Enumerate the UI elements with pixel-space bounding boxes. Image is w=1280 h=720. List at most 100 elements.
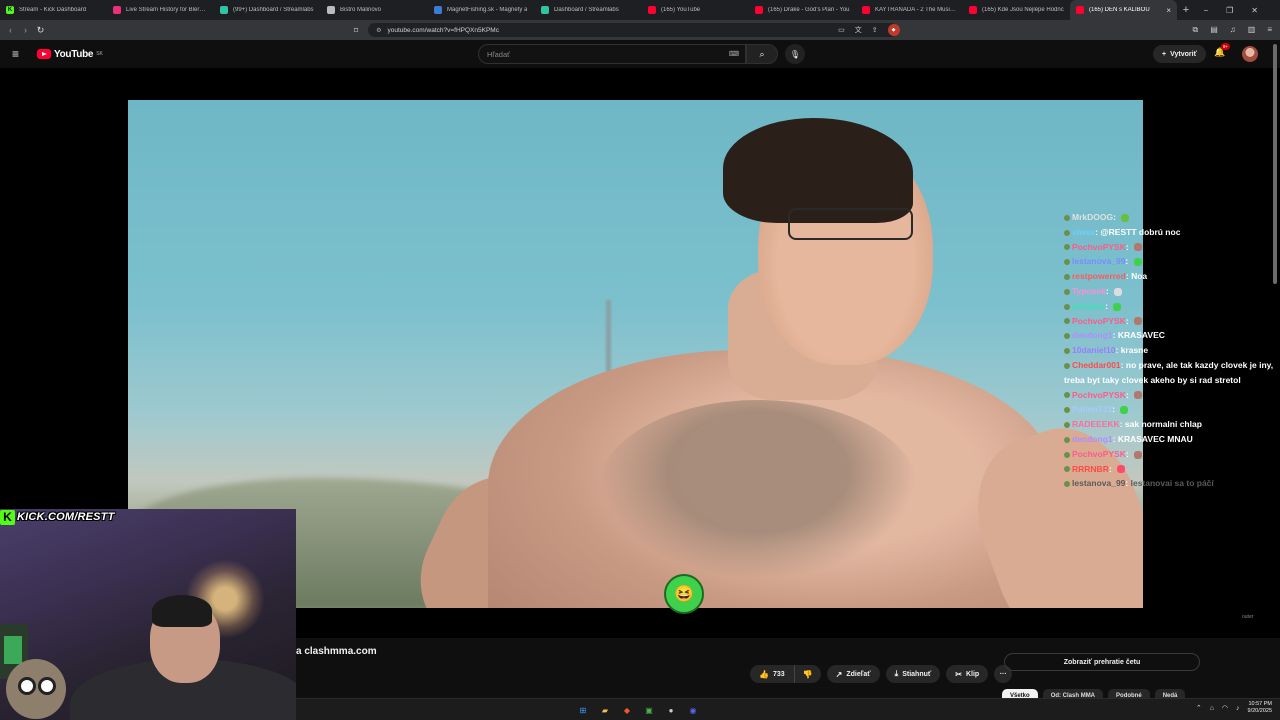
chat-text: @RESTT dobrú noc: [1100, 226, 1181, 237]
site-info-icon[interactable]: ⚙: [376, 27, 381, 34]
page-scrollbar[interactable]: [1273, 44, 1278, 284]
create-button[interactable]: + Vytvoriť: [1153, 45, 1206, 63]
chat-separator: :: [1125, 448, 1132, 459]
chat-emote-icon: [1134, 243, 1143, 252]
tab-label: (165) Kde Jsou Nejlépe Hodnc: [982, 7, 1064, 13]
media-icon[interactable]: ♫: [1230, 25, 1236, 35]
chat-message: MrkDOOG:: [1064, 210, 1274, 225]
voice-search-button[interactable]: 🎙: [785, 44, 805, 64]
clock[interactable]: 10:57 PM 9/20/2025: [1248, 701, 1272, 715]
like-button[interactable]: 👍 733: [750, 665, 795, 683]
account-avatar[interactable]: [1242, 46, 1258, 62]
chat-username: PochvoPYSK: [1072, 241, 1126, 252]
chat-separator: :: [1125, 389, 1132, 400]
minimize-button[interactable]: −: [1203, 6, 1208, 15]
tab-close-icon[interactable]: ×: [1166, 6, 1171, 15]
browser-tab[interactable]: (165) Kde Jsou Nejlépe Hodnc: [963, 0, 1070, 20]
chat-badge-icon: [1064, 214, 1070, 221]
chat-message: Typosek:: [1064, 284, 1274, 299]
microphone-icon: 🎙: [789, 49, 801, 59]
video-person-glasses: [788, 208, 913, 240]
youtube-logo[interactable]: YouTube SK: [37, 49, 103, 60]
close-window-button[interactable]: ✕: [1251, 6, 1258, 15]
window-controls: − ❐ ✕: [1203, 6, 1280, 15]
search-button[interactable]: ⌕: [746, 44, 778, 64]
chat-badge-icon: [1064, 347, 1070, 354]
windows-start-icon[interactable]: ⊞: [575, 702, 591, 718]
browser-tab[interactable]: K Stream - Kick Dashboard: [0, 0, 107, 20]
chat-separator: :: [1105, 300, 1111, 311]
clock-time: 10:57 PM: [1248, 701, 1272, 707]
translate-icon[interactable]: 文: [855, 25, 862, 35]
browser-tab[interactable]: (99+) Dashboard / Streamlabs: [214, 0, 321, 20]
browser-tab[interactable]: KAYTRANADA - 2 The Music D: [856, 0, 963, 20]
sidebar-icon[interactable]: ▥: [1248, 25, 1256, 35]
browser-tab[interactable]: Dashboard / Streamlabs: [535, 0, 642, 20]
youtube-header: ≡ YouTube SK Hľadať ⌨ ⌕ 🎙 + Vytvoriť 🔔 9…: [0, 40, 1280, 68]
terminal-icon[interactable]: ▣: [641, 702, 657, 718]
back-icon[interactable]: ‹: [3, 25, 18, 36]
chat-badge-icon: [1064, 273, 1070, 280]
discord-icon[interactable]: ◉: [685, 702, 701, 718]
webcam-overlay: [0, 509, 296, 720]
search-input[interactable]: Hľadať ⌨: [478, 44, 746, 64]
dislike-button[interactable]: 👎: [794, 665, 821, 683]
show-chat-replay-button[interactable]: Zobraziť prehratie četu: [1004, 653, 1200, 671]
chat-emote-icon: [1113, 302, 1122, 311]
cast-icon[interactable]: ▭: [838, 26, 845, 34]
extensions-icon[interactable]: ⧉: [1192, 25, 1198, 35]
chat-emote-icon: [1117, 465, 1126, 474]
chat-message: PochvoPYSK:: [1064, 447, 1274, 462]
address-bar[interactable]: ⚙ youtube.com/watch?v=fHPQXn5KPMc: [368, 23, 899, 37]
browser-tab[interactable]: (165) YouTube: [642, 0, 749, 20]
chat-badge-icon: [1064, 436, 1070, 443]
tray-chevron-icon[interactable]: ⌃: [1196, 704, 1202, 712]
kick-logo-icon: K: [0, 509, 15, 525]
chat-username: aniaktor: [1072, 300, 1106, 311]
browser-tab[interactable]: (165) DEN s KALIBOU ×: [1070, 0, 1177, 20]
reload-icon[interactable]: ↻: [33, 25, 48, 36]
browser-tab[interactable]: MagnetFishing.sk - Magnety a: [428, 0, 535, 20]
bookmark-icon[interactable]: ⌑: [354, 26, 358, 35]
chat-emote-icon: [1134, 391, 1143, 400]
browser-extension-icons: ⧉ ▤ ♫ ▥ ≡: [1192, 25, 1280, 35]
channel-watermark[interactable]: outer: [1242, 614, 1253, 620]
chat-badge-icon: [1064, 244, 1070, 251]
volume-icon[interactable]: ♪: [1236, 705, 1240, 712]
chat-username: viwex: [1072, 226, 1096, 237]
webcam-plush-toy: [6, 659, 66, 719]
obs-icon[interactable]: ●: [663, 702, 679, 718]
thumbs-up-icon: 👍: [759, 669, 769, 679]
brave-icon[interactable]: ◆: [619, 702, 635, 718]
maximize-button[interactable]: ❐: [1226, 6, 1233, 15]
chat-message: aniaktor:: [1064, 299, 1274, 314]
download-label: Stiahnuť: [902, 670, 932, 678]
browser-tab[interactable]: (165) Drake - God's Plan - You: [749, 0, 856, 20]
file-explorer-icon[interactable]: ▰: [597, 702, 613, 718]
forward-icon[interactable]: ›: [18, 25, 33, 36]
network-icon[interactable]: ⌂: [1210, 705, 1214, 712]
share-icon[interactable]: ⇪: [872, 26, 878, 34]
new-tab-button[interactable]: +: [1177, 4, 1195, 16]
hamburger-menu-icon[interactable]: ≡: [12, 47, 26, 61]
wallet-icon[interactable]: ▤: [1210, 25, 1218, 35]
chat-text: sak normalni chlap: [1124, 419, 1202, 430]
browser-menu-icon[interactable]: ≡: [1267, 25, 1272, 35]
tab-label: Stream - Kick Dashboard: [19, 7, 87, 13]
keyboard-icon[interactable]: ⌨: [729, 50, 739, 58]
share-arrow-icon: ↗: [835, 669, 843, 679]
chat-message: PochvoPYSK:: [1064, 388, 1274, 403]
wifi-icon[interactable]: ◠: [1222, 704, 1228, 712]
tab-label: Bistro Malinovo: [340, 7, 382, 13]
brave-shields-icon[interactable]: ◆: [887, 24, 900, 36]
video-actions: 👍 733 👎 ↗ Zdieľať ⤓ Stiahnuť ✂ Klip ···: [750, 665, 1013, 683]
chat-username: RADEEEKK: [1072, 419, 1120, 430]
share-button[interactable]: ↗ Zdieľať: [826, 665, 880, 683]
scrollbar-thumb[interactable]: [1273, 44, 1277, 284]
stream-chat-overlay: MrkDOOG: viwex: @RESTT dobrú noc PochvoPY…: [1064, 210, 1274, 491]
tab-favicon-icon: [113, 6, 121, 14]
browser-tab[interactable]: Bistro Malinovo: [321, 0, 428, 20]
browser-tab[interactable]: Live Stream History for Blerp S: [107, 0, 214, 20]
download-button[interactable]: ⤓ Stiahnuť: [885, 665, 941, 683]
clip-button[interactable]: ✂ Klip: [946, 665, 989, 683]
